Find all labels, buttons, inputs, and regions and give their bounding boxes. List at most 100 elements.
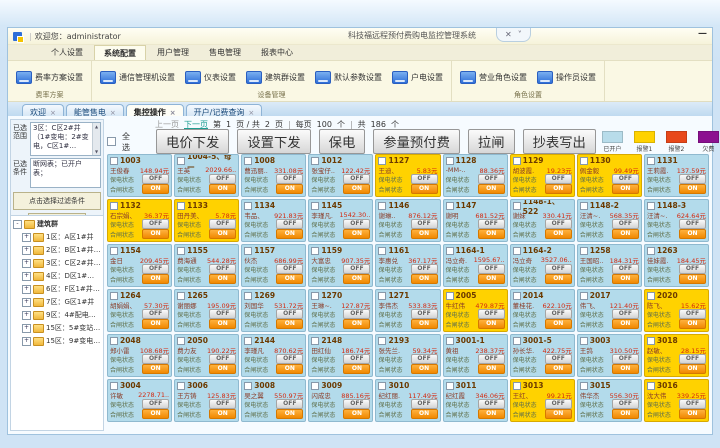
card-checkbox[interactable] [446, 247, 454, 255]
room-card[interactable]: 1130 佩金毅 99.49元 保电状态 OFF 合闸状态 ON [577, 154, 642, 197]
baodian-toggle[interactable]: OFF [478, 264, 505, 274]
baodian-toggle[interactable]: OFF [545, 354, 572, 364]
card-checkbox[interactable] [244, 382, 252, 390]
hezha-toggle[interactable]: ON [545, 364, 572, 374]
hezha-toggle[interactable]: ON [411, 364, 438, 374]
baodian-toggle[interactable]: OFF [142, 309, 169, 319]
baodian-toggle[interactable]: OFF [209, 219, 236, 229]
baodian-toggle[interactable]: OFF [679, 309, 706, 319]
baodian-toggle[interactable]: OFF [478, 354, 505, 364]
baodian-toggle[interactable]: OFF [478, 309, 505, 319]
card-checkbox[interactable] [647, 202, 655, 210]
baodian-toggle[interactable]: OFF [478, 174, 505, 184]
hezha-toggle[interactable]: ON [679, 364, 706, 374]
room-card[interactable]: 1161 李惠兑 367.17元 保电状态 OFF 合闸状态 ON [375, 244, 440, 287]
room-card[interactable]: 3015 伟华杰 556.30元 保电状态 OFF 合闸状态 ON [577, 379, 642, 422]
ribbon-button[interactable]: 默认参数设置 [315, 71, 382, 84]
baodian-toggle[interactable]: OFF [612, 219, 639, 229]
toolbar-button-0[interactable]: 电价下发 [156, 129, 229, 154]
room-card[interactable]: 3001-5 孙长华. 422.75元 保电状态 OFF 合闸状态 ON [510, 334, 575, 377]
room-card[interactable]: 1147 谢明 681.52元 保电状态 OFF 合闸状态 ON [443, 199, 508, 242]
menu-item-3[interactable]: 售电管理 [200, 45, 250, 60]
room-card[interactable]: 3011 纪红霞 346.06元 保电状态 OFF 合闸状态 ON [443, 379, 508, 422]
hezha-toggle[interactable]: ON [679, 409, 706, 419]
ribbon-button[interactable]: 建筑群设置 [246, 71, 305, 84]
card-checkbox[interactable] [311, 157, 319, 165]
baodian-toggle[interactable]: OFF [411, 264, 438, 274]
room-card[interactable]: 1270 王琳~. 127.87元 保电状态 OFF 合闸状态 ON [308, 289, 373, 332]
scroll-down-icon[interactable]: ▼ [95, 149, 98, 154]
card-checkbox[interactable] [647, 337, 655, 345]
hezha-toggle[interactable]: ON [142, 409, 169, 419]
room-card[interactable]: 1155 费海通 544.28元 保电状态 OFF 合闸状态 ON [174, 244, 239, 287]
baodian-toggle[interactable]: OFF [545, 264, 572, 274]
hezha-toggle[interactable]: ON [612, 319, 639, 329]
hezha-toggle[interactable]: ON [411, 184, 438, 194]
hezha-toggle[interactable]: ON [679, 319, 706, 329]
baodian-toggle[interactable]: OFF [612, 309, 639, 319]
room-card[interactable]: 3001-1 黄祖 238.37元 保电状态 OFF 合闸状态 ON [443, 334, 508, 377]
room-card[interactable]: 1132 石宗娟、 36.37元 保电状态 OFF 合闸状态 ON [107, 199, 172, 242]
toolbar-button-4[interactable]: 拉闸 [468, 129, 515, 154]
card-checkbox[interactable] [513, 382, 521, 390]
tree-item[interactable]: + 2区：B区1#井（B区1#… [13, 245, 101, 255]
room-card[interactable]: 3006 王方铸 125.83元 保电状态 OFF 合闸状态 ON [174, 379, 239, 422]
card-checkbox[interactable] [177, 157, 185, 165]
expander-icon[interactable]: + [22, 311, 31, 320]
baodian-toggle[interactable]: OFF [142, 219, 169, 229]
room-card[interactable]: 1004-5、母— 王英 2029.66.. 保电状态 OFF 合闸状态 ON [174, 154, 239, 197]
chevron-down-icon[interactable]: ˅ [518, 30, 522, 39]
tree-root[interactable]: - 建筑群 [13, 219, 101, 229]
card-checkbox[interactable] [446, 382, 454, 390]
hezha-toggle[interactable]: ON [276, 319, 303, 329]
scrollbar[interactable]: ▲▼ [92, 123, 100, 155]
room-card[interactable]: 1159 大富忠 907.35元 保电状态 OFF 合闸状态 ON [308, 244, 373, 287]
card-checkbox[interactable] [446, 337, 454, 345]
card-checkbox[interactable] [311, 247, 319, 255]
hezha-toggle[interactable]: ON [276, 229, 303, 239]
hezha-toggle[interactable]: ON [142, 274, 169, 284]
room-card[interactable]: 1012 张宝仔.. 122.42元 保电状态 OFF 合闸状态 ON [308, 154, 373, 197]
baodian-toggle[interactable]: OFF [411, 309, 438, 319]
menu-item-0[interactable]: 个人设置 [42, 45, 92, 60]
tree-item[interactable]: + 7区：G区1#井 [13, 297, 101, 307]
room-card[interactable]: 1263 佳妹霞. 184.45元 保电状态 OFF 合闸状态 ON [644, 244, 709, 287]
card-checkbox[interactable] [311, 337, 319, 345]
tree-item[interactable]: + 3区：C区2#井（1#变… [13, 258, 101, 268]
hezha-toggle[interactable]: ON [679, 184, 706, 194]
tree-item[interactable]: + 4区：D区1#井（D区… [13, 271, 101, 281]
room-card[interactable]: 1148-1、522 谢妹 330.41元 保电状态 OFF 合闸状态 ON [510, 199, 575, 242]
card-checkbox[interactable] [177, 247, 185, 255]
room-card[interactable]: 1134 韦品、 921.83元 保电状态 OFF 合闸状态 ON [241, 199, 306, 242]
hezha-toggle[interactable]: ON [343, 184, 370, 194]
room-card[interactable]: 1164-2 冯立奇 3527.06.. 保电状态 OFF 合闸状态 ON [510, 244, 575, 287]
card-checkbox[interactable] [378, 247, 386, 255]
expander-icon[interactable]: + [22, 337, 31, 346]
baodian-toggle[interactable]: OFF [545, 219, 572, 229]
hezha-toggle[interactable]: ON [209, 274, 236, 284]
minimize-icon[interactable]: — [698, 29, 707, 39]
card-checkbox[interactable] [110, 247, 118, 255]
card-checkbox[interactable] [110, 382, 118, 390]
baodian-toggle[interactable]: OFF [612, 264, 639, 274]
baodian-toggle[interactable]: OFF [679, 174, 706, 184]
card-checkbox[interactable] [580, 202, 588, 210]
card-checkbox[interactable] [110, 337, 118, 345]
next-page-link[interactable]: 下一页 [184, 119, 208, 130]
hezha-toggle[interactable]: ON [276, 409, 303, 419]
hezha-toggle[interactable]: ON [478, 229, 505, 239]
card-checkbox[interactable] [378, 157, 386, 165]
room-card[interactable]: 3010 纪红丽. 117.49元 保电状态 OFF 合闸状态 ON [375, 379, 440, 422]
ribbon-button[interactable]: 费率方案设置 [16, 71, 83, 84]
expander-icon[interactable]: + [22, 285, 31, 294]
baodian-toggle[interactable]: OFF [545, 174, 572, 184]
card-checkbox[interactable] [177, 337, 185, 345]
baodian-toggle[interactable]: OFF [545, 309, 572, 319]
baodian-toggle[interactable]: OFF [142, 264, 169, 274]
baodian-toggle[interactable]: OFF [209, 354, 236, 364]
card-checkbox[interactable] [513, 202, 521, 210]
ribbon-button[interactable]: 通信管理机设置 [100, 71, 175, 84]
hezha-toggle[interactable]: ON [478, 319, 505, 329]
room-card[interactable]: 1265 谢丽娜 195.09元 保电状态 OFF 合闸状态 ON [174, 289, 239, 332]
room-card[interactable]: 1271 李伟杰 533.83元 保电状态 OFF 合闸状态 ON [375, 289, 440, 332]
